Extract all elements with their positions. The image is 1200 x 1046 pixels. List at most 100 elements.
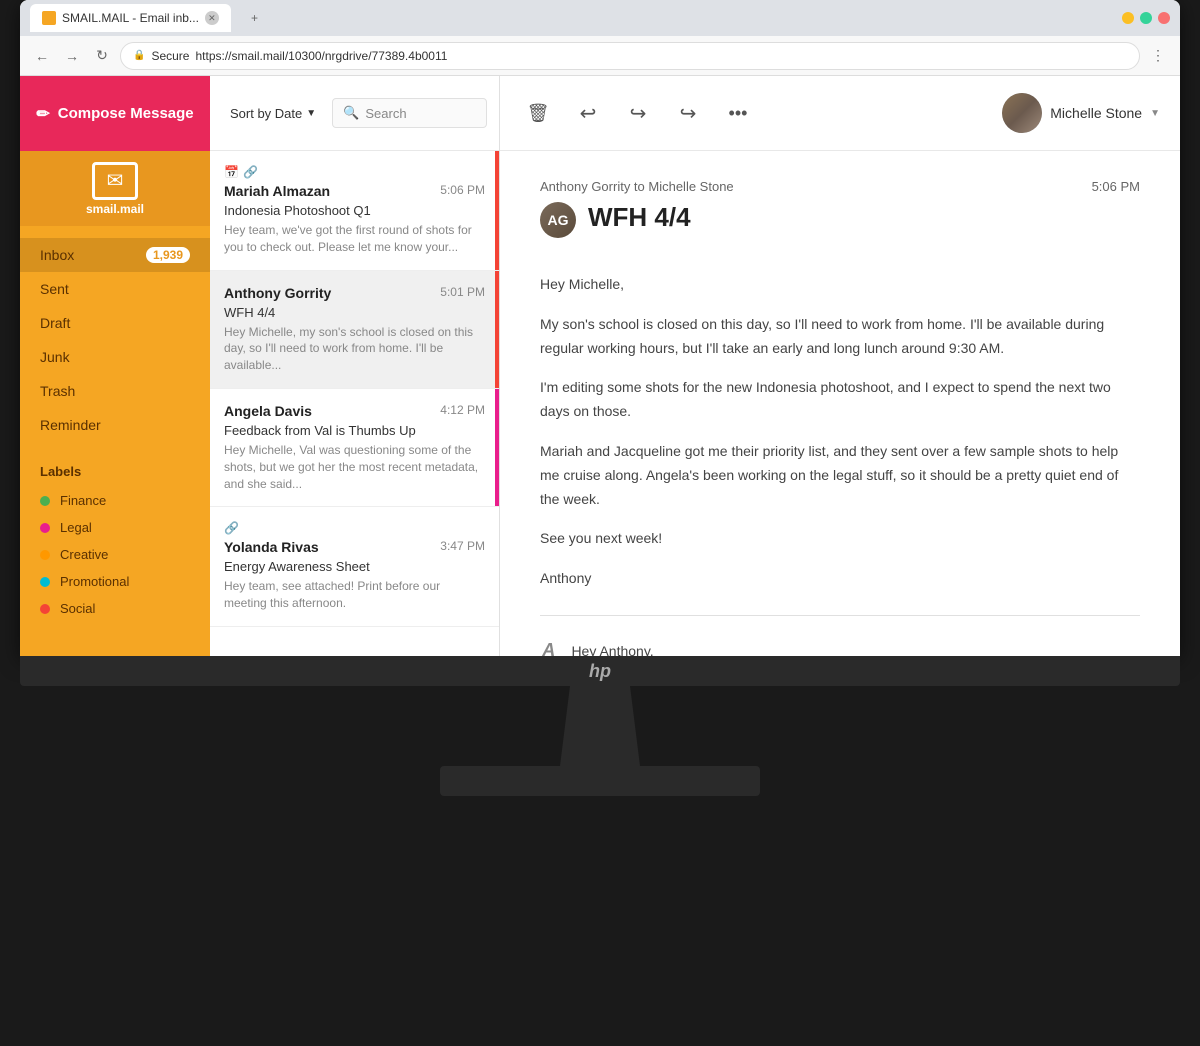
trash-label: Trash xyxy=(40,383,75,399)
email-list: 📅 🔗 Mariah Almazan 5:06 PM Indonesia Pho… xyxy=(210,151,499,656)
labels-title: Labels xyxy=(40,464,190,479)
email-from-to: Anthony Gorrity to Michelle Stone xyxy=(540,179,734,194)
reminder-label: Reminder xyxy=(40,417,101,433)
close-button[interactable] xyxy=(1158,12,1170,24)
address-bar[interactable]: 🔒 Secure https://smail.mail/10300/nrgdri… xyxy=(120,42,1140,70)
sort-arrow-icon: ▼ xyxy=(306,108,316,119)
attachment-icon: 🔗 xyxy=(243,165,258,179)
sidebar: ✏ Compose Message ✉ smail.mail Inbox 1,9… xyxy=(20,76,210,656)
tab-close-button[interactable]: ✕ xyxy=(205,11,219,25)
email-list-panel: Sort by Date ▼ 🔍 Search 📅 🔗 xyxy=(210,76,500,656)
browser-tab-active[interactable]: SMAIL.MAIL - Email inb... ✕ xyxy=(30,4,231,32)
email-divider xyxy=(540,615,1140,616)
more-icon: ••• xyxy=(729,103,748,124)
email-2-subject: WFH 4/4 xyxy=(224,305,485,320)
compose-area: ✏ Compose Message xyxy=(20,76,210,151)
email-1-subject: Indonesia Photoshoot Q1 xyxy=(224,203,485,218)
search-label: Search xyxy=(365,106,406,121)
label-promotional[interactable]: Promotional xyxy=(40,568,190,595)
email-4-time: 3:47 PM xyxy=(440,539,485,553)
sidebar-item-sent[interactable]: Sent xyxy=(20,272,210,306)
sort-button[interactable]: Sort by Date ▼ xyxy=(222,100,324,127)
body-p3: I'm editing some shots for the new Indon… xyxy=(540,376,1140,424)
maximize-button[interactable] xyxy=(1140,12,1152,24)
avatar xyxy=(1002,93,1042,133)
search-button[interactable]: 🔍 Search xyxy=(332,98,487,128)
body-p4: Mariah and Jacqueline got me their prior… xyxy=(540,440,1140,511)
email-body: Hey Michelle, My son's school is closed … xyxy=(540,273,1140,591)
reply-all-icon: ↪ xyxy=(630,101,647,126)
compose-button[interactable]: ✏ Compose Message xyxy=(20,96,209,132)
monitor-bezel: hp xyxy=(20,656,1180,686)
label-legal[interactable]: Legal xyxy=(40,514,190,541)
sender-row: AG WFH 4/4 xyxy=(540,202,1140,257)
compose-icon: ✏ xyxy=(36,104,49,124)
label-social[interactable]: Social xyxy=(40,595,190,622)
creative-dot xyxy=(40,550,50,560)
reply-button[interactable]: ↩ xyxy=(570,95,606,131)
email-4-sender: Yolanda Rivas xyxy=(224,539,319,555)
sidebar-item-inbox[interactable]: Inbox 1,939 xyxy=(20,238,210,272)
viewer-toolbar: 🗑 ↩ ↪ ↪ ••• xyxy=(500,76,1180,151)
label-finance[interactable]: Finance xyxy=(40,487,190,514)
attachment-icon-2: 🔗 xyxy=(224,521,239,535)
email-3-subject: Feedback from Val is Thumbs Up xyxy=(224,423,485,438)
priority-bar-3 xyxy=(495,389,499,506)
email-item-1[interactable]: 📅 🔗 Mariah Almazan 5:06 PM Indonesia Pho… xyxy=(210,151,499,271)
hp-logo: hp xyxy=(589,661,611,682)
monitor-logo: hp xyxy=(20,656,1180,686)
secure-label: Secure xyxy=(151,49,189,63)
browser-menu-button[interactable]: ⋮ xyxy=(1146,44,1170,68)
email-2-header: Anthony Gorrity 5:01 PM xyxy=(224,285,485,301)
email-subject-title: WFH 4/4 xyxy=(588,202,691,233)
forward-icon: ↪ xyxy=(680,101,697,126)
minimize-button[interactable] xyxy=(1122,12,1134,24)
email-3-sender: Angela Davis xyxy=(224,403,312,419)
finance-label: Finance xyxy=(60,493,106,508)
reply-icon: ↩ xyxy=(580,101,597,126)
email-item-3[interactable]: Angela Davis 4:12 PM Feedback from Val i… xyxy=(210,389,499,507)
forward-button[interactable]: ↪ xyxy=(670,95,706,131)
email-view-time: 5:06 PM xyxy=(1092,179,1140,194)
email-item-4[interactable]: 🔗 Yolanda Rivas 3:47 PM Energy Awareness… xyxy=(210,507,499,627)
tab-title: SMAIL.MAIL - Email inb... xyxy=(62,11,199,25)
browser-nav: ← → ↻ 🔒 Secure https://smail.mail/10300/… xyxy=(20,36,1180,76)
email-1-sender: Mariah Almazan xyxy=(224,183,330,199)
browser-tab-new[interactable]: + xyxy=(239,4,270,32)
reply-all-button[interactable]: ↪ xyxy=(620,95,656,131)
email-meta: Anthony Gorrity to Michelle Stone 5:06 P… xyxy=(540,179,1140,194)
reply-section: A 🔗 Hey Anthony, Family first! Make sure… xyxy=(540,640,1140,656)
forward-button[interactable]: → xyxy=(60,44,84,68)
window-controls xyxy=(1122,12,1170,24)
body-sign: Anthony xyxy=(540,567,1140,591)
logo-area: ✉ smail.mail xyxy=(20,151,210,226)
sort-label: Sort by Date xyxy=(230,106,302,121)
email-item-2[interactable]: Anthony Gorrity 5:01 PM WFH 4/4 Hey Mich… xyxy=(210,271,499,389)
monitor-stand-base xyxy=(440,766,760,796)
user-dropdown-icon: ▼ xyxy=(1150,108,1160,119)
sidebar-item-trash[interactable]: Trash xyxy=(20,374,210,408)
priority-bar-1 xyxy=(495,151,499,270)
label-creative[interactable]: Creative xyxy=(40,541,190,568)
delete-button[interactable]: 🗑 xyxy=(520,95,556,131)
user-name: Michelle Stone xyxy=(1050,105,1142,121)
list-toolbar: Sort by Date ▼ 🔍 Search xyxy=(210,76,499,151)
reload-button[interactable]: ↻ xyxy=(90,44,114,68)
email-4-subject: Energy Awareness Sheet xyxy=(224,559,485,574)
creative-label: Creative xyxy=(60,547,108,562)
email-4-preview: Hey team, see attached! Print before our… xyxy=(224,578,485,612)
social-dot xyxy=(40,604,50,614)
email-2-preview: Hey Michelle, my son's school is closed … xyxy=(224,324,485,374)
user-area[interactable]: Michelle Stone ▼ xyxy=(1002,93,1160,133)
sidebar-item-draft[interactable]: Draft xyxy=(20,306,210,340)
back-button[interactable]: ← xyxy=(30,44,54,68)
more-button[interactable]: ••• xyxy=(720,95,756,131)
promotional-label: Promotional xyxy=(60,574,129,589)
compose-label: Compose Message xyxy=(58,105,194,122)
body-greeting: Hey Michelle, xyxy=(540,273,1140,297)
email-1-header: Mariah Almazan 5:06 PM xyxy=(224,183,485,199)
logo-icon: ✉ xyxy=(92,162,138,200)
sidebar-item-junk[interactable]: Junk xyxy=(20,340,210,374)
sidebar-item-reminder[interactable]: Reminder xyxy=(20,408,210,442)
email-3-preview: Hey Michelle, Val was questioning some o… xyxy=(224,442,485,492)
